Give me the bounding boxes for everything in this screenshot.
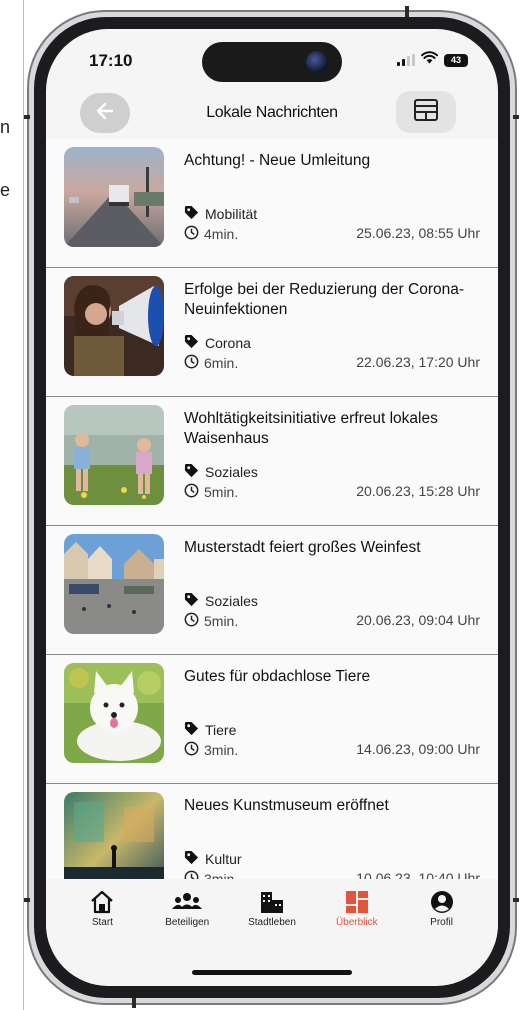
phone-screen: 17:10 43 Lokale Nachrichten Achtung! - N… [46,29,498,986]
news-thumbnail [64,405,164,505]
calendar-icon [413,98,439,127]
tab-ueberblick[interactable]: Überblick [317,889,397,945]
phone-button [513,898,519,902]
news-list[interactable]: Achtung! - Neue Umleitung Mobilität 4min… [46,139,498,879]
news-thumbnail [64,792,164,879]
tag-icon [184,205,199,223]
news-item[interactable]: Erfolge bei der Reduzierung der Corona-N… [46,268,498,397]
home-indicator[interactable] [192,970,352,975]
clock-icon [184,741,199,759]
category-label: Corona [205,335,251,351]
news-date: 22.06.23, 17:20 Uhr [356,354,480,370]
buildings-icon [259,889,285,915]
calendar-button[interactable] [396,91,456,133]
app-header: Lokale Nachrichten [46,89,498,139]
news-title: Erfolge bei der Reduzierung der Corona-N… [184,281,465,318]
camera-icon [306,51,328,73]
news-meta: 5min. 20.06.23, 09:04 Uhr [184,612,480,630]
cropped-side-text: e [0,180,11,200]
read-duration: 6min. [204,355,239,371]
news-title: Wohltätigkeitsinitiative erfreut lokales… [184,410,438,447]
news-date: 20.06.23, 09:04 Uhr [356,612,480,628]
read-duration: 5min. [204,613,239,629]
category-label: Soziales [205,464,258,480]
battery-icon: 43 [444,53,468,67]
category-label: Tiere [205,722,237,738]
news-category: Soziales [184,463,258,481]
news-thumbnail [64,276,164,376]
people-icon [172,889,203,915]
news-title: Musterstadt feiert großes Weinfest [184,539,421,556]
read-duration: 3min. [204,742,239,758]
news-meta: 5min. 20.06.23, 15:28 Uhr [184,483,480,501]
news-category: Mobilität [184,205,257,223]
news-meta: 4min. 25.06.23, 08:55 Uhr [184,225,480,243]
clock-icon [184,225,199,243]
clock-icon [184,354,199,372]
news-date: 25.06.23, 08:55 Uhr [356,225,480,241]
dynamic-island [202,42,342,82]
news-thumbnail [64,534,164,634]
category-label: Kultur [205,851,242,867]
phone-button [132,998,136,1008]
category-label: Soziales [205,593,258,609]
tab-beteiligen[interactable]: Beteiligen [147,889,227,945]
read-duration: 4min. [204,226,239,242]
tag-icon [184,592,199,610]
tab-profil[interactable]: Profil [402,889,482,945]
tab-label: Profil [430,917,453,928]
read-duration: 3min. [204,871,239,879]
tab-label: Stadtleben [248,917,296,928]
news-item[interactable]: Neues Kunstmuseum eröffnet Kultur 3min. … [46,784,498,879]
cropped-side-text: n [0,117,11,137]
tag-icon [184,721,199,739]
phone-button [513,115,519,119]
news-date: 10.06.23, 10:40 Uhr [356,870,480,879]
tab-label: Überblick [335,917,378,928]
tab-label: Beteiligen [165,917,210,928]
category-label: Mobilität [205,206,258,222]
news-meta: 6min. 22.06.23, 17:20 Uhr [184,354,480,372]
tab-start[interactable]: Start [62,889,142,945]
news-thumbnail [64,663,164,763]
signal-icon [397,54,415,66]
tab-label: Start [91,917,113,928]
divider-line [23,0,24,1010]
news-title: Neues Kunstmuseum eröffnet [184,797,389,814]
news-item[interactable]: Musterstadt feiert großes Weinfest Sozia… [46,526,498,655]
news-item[interactable]: Wohltätigkeitsinitiative erfreut lokales… [46,397,498,526]
profile-icon [430,889,454,915]
news-meta: 3min. 10.06.23, 10:40 Uhr [184,870,480,879]
clock-icon [184,483,199,501]
news-meta: 3min. 14.06.23, 09:00 Uhr [184,741,480,759]
news-category: Kultur [184,850,242,868]
clock-icon [184,612,199,630]
news-category: Corona [184,334,251,352]
wifi-icon [421,51,438,69]
news-category: Soziales [184,592,258,610]
tag-icon [184,850,199,868]
news-date: 14.06.23, 09:00 Uhr [356,741,480,757]
status-time: 17:10 [89,51,133,70]
dashboard-icon [345,889,369,915]
home-icon [89,889,115,915]
news-item[interactable]: Gutes für obdachlose Tiere Tiere 3min. 1… [46,655,498,784]
page: n e 17:10 43 Lokale Nachrichten Achtung!… [0,0,523,1010]
news-title: Achtung! - Neue Umleitung [184,152,371,169]
read-duration: 5min. [204,484,239,500]
tab-bar: Start Beteiligen Stadtleben Überblick Pr… [46,889,498,945]
status-icons: 43 [397,51,468,69]
news-item[interactable]: Achtung! - Neue Umleitung Mobilität 4min… [46,139,498,268]
news-thumbnail [64,147,164,247]
news-title: Gutes für obdachlose Tiere [184,668,371,685]
news-category: Tiere [184,721,236,739]
phone-button [24,115,30,119]
phone-button [24,898,30,902]
tag-icon [184,334,199,352]
tag-icon [184,463,199,481]
news-date: 20.06.23, 15:28 Uhr [356,483,480,499]
tab-stadtleben[interactable]: Stadtleben [232,889,312,945]
clock-icon [184,870,199,879]
